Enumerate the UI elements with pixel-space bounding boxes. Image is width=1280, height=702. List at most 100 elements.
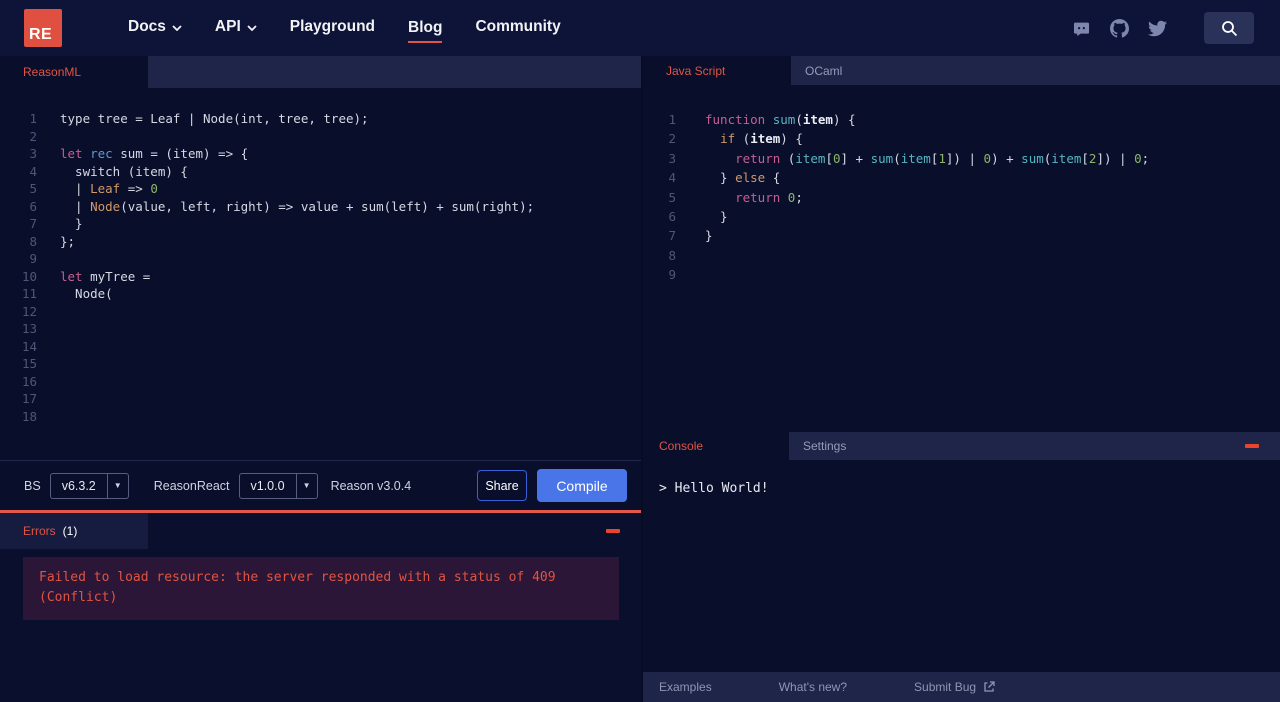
code-line[interactable]: 8}; <box>0 233 641 251</box>
footer-link-examples[interactable]: Examples <box>659 680 712 694</box>
share-button[interactable]: Share <box>477 470 527 501</box>
footer-link-label: Examples <box>659 680 712 694</box>
footer-bar: Examples What's new? Submit Bug <box>643 672 1280 702</box>
footer-link-label: Submit Bug <box>914 680 977 694</box>
nav-menu: Docs API Playground Blog Community <box>128 18 561 43</box>
tab-console[interactable]: Console <box>643 432 789 460</box>
line-number: 11 <box>21 286 37 301</box>
tab-javascript[interactable]: Java Script <box>643 56 791 85</box>
discord-icon[interactable] <box>1072 19 1091 38</box>
main-split: ReasonML 1 type tree = Leaf | Node(int, t… <box>0 56 1280 702</box>
console-output: > Hello World! <box>643 460 1280 672</box>
reason-pane: ReasonML 1 type tree = Leaf | Node(int, t… <box>0 56 641 702</box>
line-number: 7 <box>668 228 676 244</box>
reason-logo[interactable]: RE <box>24 9 62 47</box>
chevron-down-icon: ▼ <box>295 473 317 498</box>
code-line[interactable]: 5 | Leaf => 0 <box>0 180 641 198</box>
line-number: 1 <box>668 112 676 127</box>
code-line[interactable]: 17 <box>0 390 641 408</box>
code-line[interactable]: 12 <box>0 303 641 321</box>
code-line[interactable]: 18 <box>0 408 641 426</box>
code-line[interactable]: 3 let rec sum = (item) => { <box>0 145 641 163</box>
code-line[interactable]: 9 <box>643 265 1280 284</box>
nav-item-label: Docs <box>128 18 166 35</box>
reasonreact-version-select[interactable]: v1.0.0 ▼ <box>238 472 318 499</box>
code-line[interactable]: 4 } else { <box>643 168 1280 187</box>
code-text: let rec sum = (item) => { <box>60 146 249 161</box>
nav-item-label: API <box>214 18 241 35</box>
code-line[interactable]: 5 return 0; <box>643 188 1280 207</box>
code-line[interactable]: 7 } <box>0 215 641 233</box>
code-text: type tree = Leaf | Node(int, tree, tree)… <box>60 111 369 126</box>
search-button[interactable] <box>1204 12 1254 44</box>
code-text: | Leaf => 0 <box>60 181 158 196</box>
line-number: 8 <box>29 233 37 249</box>
code-text: } else { <box>705 170 781 186</box>
nav-item-api[interactable]: API <box>215 18 257 38</box>
code-line[interactable]: 9 <box>0 250 641 268</box>
code-line[interactable]: 13 <box>0 320 641 338</box>
code-line[interactable]: 1 type tree = Leaf | Node(int, tree, tree… <box>0 110 641 128</box>
code-line[interactable]: 11 Node( <box>0 285 641 303</box>
code-text: } <box>60 216 83 231</box>
js-code-editor[interactable]: 1 function sum(item) { 2 if (item) {3 retu… <box>643 85 1280 432</box>
line-number: 8 <box>668 247 676 263</box>
line-number: 6 <box>668 208 676 224</box>
tab-ocaml[interactable]: OCaml <box>791 56 842 85</box>
line-number: 12 <box>21 303 37 319</box>
reason-code-editor[interactable]: 1 type tree = Leaf | Node(int, tree, tree… <box>0 88 641 460</box>
collapse-errors-icon[interactable] <box>606 529 620 533</box>
tab-reasonml[interactable]: ReasonML <box>0 56 148 88</box>
code-line[interactable]: 2 <box>0 128 641 146</box>
code-text: } <box>705 228 713 244</box>
code-line[interactable]: 6 | Node(value, left, right) => value + … <box>0 198 641 216</box>
reason-version-label: Reason v3.0.4 <box>330 478 412 493</box>
nav-item-blog[interactable]: Blog <box>408 19 443 43</box>
code-text: Node( <box>60 286 113 301</box>
line-number: 14 <box>21 338 37 354</box>
code-text: function sum(item) { <box>705 112 856 127</box>
errors-panel: Errors (1) Failed to load resource: the … <box>0 513 641 702</box>
code-line[interactable]: 4 switch (item) { <box>0 163 641 181</box>
chevron-down-icon <box>172 25 182 31</box>
code-text: let myTree = <box>60 268 151 284</box>
code-text: return 0; <box>735 189 803 205</box>
compile-button[interactable]: Compile <box>537 469 627 502</box>
nav-item-label: Community <box>475 18 561 35</box>
code-line[interactable]: 2 if (item) { <box>643 129 1280 148</box>
twitter-icon[interactable] <box>1148 19 1167 38</box>
external-link-icon <box>984 681 995 692</box>
line-number: 6 <box>29 198 37 214</box>
nav-item-playground[interactable]: Playground <box>290 18 375 38</box>
code-text: } <box>705 208 728 224</box>
code-line[interactable]: 6 } <box>643 207 1280 226</box>
code-line[interactable]: 15 <box>0 355 641 373</box>
line-number: 15 <box>21 356 37 371</box>
nav-item-label: Playground <box>289 18 376 35</box>
line-number: 3 <box>29 146 37 161</box>
nav-item-docs[interactable]: Docs <box>128 18 182 38</box>
tab-settings[interactable]: Settings <box>789 432 846 460</box>
github-icon[interactable] <box>1110 18 1129 38</box>
footer-link-whatsnew[interactable]: What's new? <box>779 680 847 694</box>
nav-item-community[interactable]: Community <box>475 18 560 38</box>
bs-version-select[interactable]: v6.3.2 ▼ <box>49 472 129 499</box>
code-line[interactable]: 8 <box>643 246 1280 265</box>
reasonreact-version-value: v1.0.0 <box>250 478 285 493</box>
code-line[interactable]: 3 return (item[0] + sum(item[1]) | 0) + … <box>643 149 1280 168</box>
code-line[interactable]: 16 <box>0 373 641 391</box>
code-text: switch (item) { <box>60 163 188 179</box>
nav-item-label: Blog <box>408 19 443 36</box>
code-line[interactable]: 1 function sum(item) { <box>643 110 1280 129</box>
code-line[interactable]: 10 let myTree = <box>0 268 641 286</box>
code-line[interactable]: 7} <box>643 226 1280 245</box>
chevron-down-icon <box>247 25 257 31</box>
bs-version-value: v6.3.2 <box>61 478 96 493</box>
reason-logo-text: RE <box>29 26 53 43</box>
compile-toolbar: BS v6.3.2 ▼ ReasonReact v1.0.0 ▼ Reason … <box>0 460 641 510</box>
tab-errors[interactable]: Errors (1) <box>0 513 148 549</box>
code-line[interactable]: 14 <box>0 338 641 356</box>
footer-link-submitbug[interactable]: Submit Bug <box>914 680 995 694</box>
collapse-console-icon[interactable] <box>1245 444 1259 448</box>
footer-link-label: What's new? <box>778 680 848 694</box>
